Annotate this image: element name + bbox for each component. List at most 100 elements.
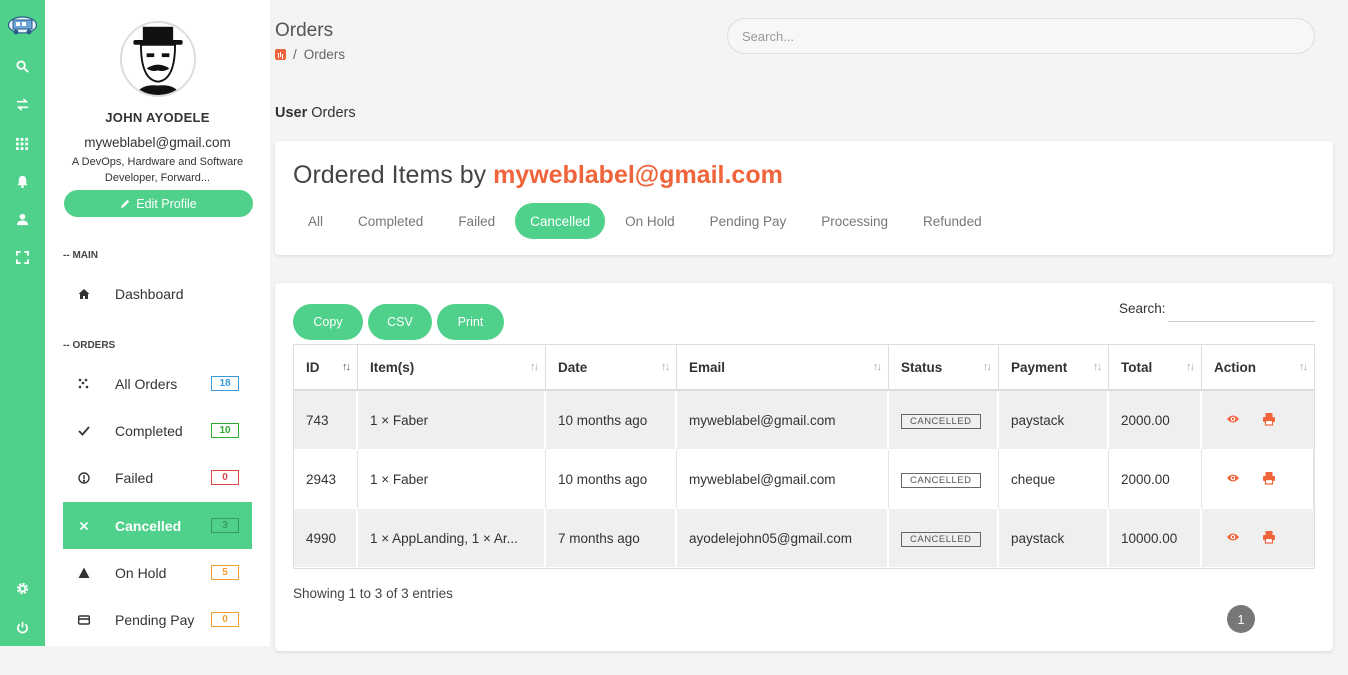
profile-bio: A DevOps, Hardware and Software Develope…	[71, 156, 244, 184]
card-title-email: myweblabel@gmail.com	[493, 161, 783, 189]
table-row[interactable]: 4990 1 × AppLanding, 1 × Ar... 7 months …	[294, 509, 1314, 568]
sidebar-item-label: Dashboard	[115, 285, 184, 302]
count-badge: 18	[211, 376, 239, 391]
credit-card-icon	[77, 613, 90, 626]
sort-icon[interactable]: ↑↓	[661, 361, 670, 373]
fullscreen-icon[interactable]	[0, 242, 45, 272]
pencil-icon	[121, 199, 130, 209]
card-title: Ordered Items by myweblabel@gmail.com	[293, 161, 783, 190]
breadcrumb-current[interactable]: Orders	[304, 47, 345, 62]
table-header-row: ID ↑↓ Item(s) ↑↓ Date ↑↓ Email ↑↓ Status ↑↓ P…	[294, 345, 1314, 391]
search-input[interactable]: Search...	[727, 18, 1315, 54]
cell-items: 1 × Faber	[358, 450, 546, 509]
cell-id: 743	[294, 391, 358, 450]
status-badge: CANCELLED	[901, 531, 981, 547]
csv-button[interactable]: CSV	[368, 304, 432, 340]
table-info: Showing 1 to 3 of 3 entries	[293, 586, 453, 601]
sidebar-item-cancelled[interactable]: Cancelled 3	[63, 502, 252, 549]
status-badge: CANCELLED	[901, 413, 981, 429]
tab-all[interactable]: All	[293, 203, 338, 239]
tab-failed[interactable]: Failed	[443, 203, 510, 239]
sidebar-item-dashboard[interactable]: Dashboard	[63, 270, 252, 317]
cell-total: 2000.00	[1109, 391, 1202, 450]
view-eye-icon[interactable]	[1226, 471, 1240, 485]
sort-asc-icon[interactable]: ↑↓	[342, 361, 351, 373]
column-header-action[interactable]: Action ↑↓	[1202, 345, 1314, 391]
sort-icon[interactable]: ↑↓	[1093, 361, 1102, 373]
sidebar-item-all-orders[interactable]: All Orders 18	[63, 360, 252, 407]
cell-total: 10000.00	[1109, 509, 1202, 568]
count-badge: 0	[211, 612, 239, 627]
icon-rail	[0, 0, 45, 646]
cell-action	[1202, 450, 1314, 509]
power-icon[interactable]	[0, 612, 45, 642]
swap-icon[interactable]	[0, 89, 45, 119]
app-logo-icon[interactable]	[7, 12, 38, 38]
table-row[interactable]: 2943 1 × Faber 10 months ago myweblabel@…	[294, 450, 1314, 509]
status-tabs: All Completed Failed Cancelled On Hold P…	[293, 203, 1002, 239]
cell-payment: cheque	[999, 450, 1109, 509]
sidebar-item-label: Completed	[115, 422, 183, 439]
column-header-id[interactable]: ID ↑↓	[294, 345, 358, 391]
sort-icon[interactable]: ↑↓	[983, 361, 992, 373]
cell-payment: paystack	[999, 391, 1109, 450]
column-header-email[interactable]: Email ↑↓	[677, 345, 889, 391]
print-icon[interactable]	[1262, 412, 1276, 426]
table-row[interactable]: 743 1 × Faber 10 months ago myweblabel@g…	[294, 391, 1314, 450]
sort-icon[interactable]: ↑↓	[530, 361, 539, 373]
sidebar-item-pending-pay[interactable]: Pending Pay 0	[63, 596, 252, 643]
scatter-icon	[77, 377, 90, 390]
grid-icon[interactable]	[0, 128, 45, 158]
user-icon[interactable]	[0, 204, 45, 234]
gear-icon[interactable]	[0, 573, 45, 603]
column-header-date[interactable]: Date ↑↓	[546, 345, 677, 391]
count-badge: 5	[211, 565, 239, 580]
print-button[interactable]: Print	[437, 304, 504, 340]
cell-items: 1 × AppLanding, 1 × Ar...	[358, 509, 546, 568]
column-header-payment[interactable]: Payment ↑↓	[999, 345, 1109, 391]
search-placeholder: Search...	[742, 28, 795, 44]
count-badge: 10	[211, 423, 239, 438]
table-search-label: Search:	[1119, 301, 1166, 316]
tab-completed[interactable]: Completed	[343, 203, 438, 239]
print-icon[interactable]	[1262, 530, 1276, 544]
cell-email: myweblabel@gmail.com	[677, 450, 889, 509]
cell-id: 2943	[294, 450, 358, 509]
tab-processing[interactable]: Processing	[806, 203, 903, 239]
column-header-status[interactable]: Status ↑↓	[889, 345, 999, 391]
chart-icon[interactable]	[275, 49, 286, 60]
cell-status: CANCELLED	[889, 450, 999, 509]
view-eye-icon[interactable]	[1226, 530, 1240, 544]
table-search-input[interactable]	[1168, 297, 1315, 322]
tab-cancelled[interactable]: Cancelled	[515, 203, 606, 239]
view-eye-icon[interactable]	[1226, 412, 1240, 426]
sidebar-item-completed[interactable]: Completed 10	[63, 407, 252, 454]
column-header-items[interactable]: Item(s) ↑↓	[358, 345, 546, 391]
cell-date: 10 months ago	[546, 450, 677, 509]
copy-button[interactable]: Copy	[293, 304, 363, 340]
breadcrumb-separator: /	[293, 47, 297, 62]
sidebar-item-on-hold[interactable]: On Hold 5	[63, 549, 252, 596]
tab-on-hold[interactable]: On Hold	[610, 203, 690, 239]
sort-icon[interactable]: ↑↓	[1299, 361, 1308, 373]
search-icon[interactable]	[0, 51, 45, 81]
check-icon	[77, 424, 90, 437]
avatar[interactable]	[120, 21, 196, 97]
cell-date: 7 months ago	[546, 509, 677, 568]
tab-refunded[interactable]: Refunded	[908, 203, 997, 239]
column-header-total[interactable]: Total ↑↓	[1109, 345, 1202, 391]
print-icon[interactable]	[1262, 471, 1276, 485]
section-label-orders: -- ORDERS	[63, 340, 116, 351]
section-heading: User Orders	[275, 105, 356, 121]
sidebar-item-label: On Hold	[115, 564, 167, 581]
page-button-1[interactable]: 1	[1227, 605, 1255, 633]
sidebar-item-failed[interactable]: Failed 0	[63, 454, 252, 501]
sort-icon[interactable]: ↑↓	[1186, 361, 1195, 373]
cell-email: ayodelejohn05@gmail.com	[677, 509, 889, 568]
count-badge: 0	[211, 470, 239, 485]
tab-pending-pay[interactable]: Pending Pay	[695, 203, 802, 239]
bell-icon[interactable]	[0, 166, 45, 196]
sort-icon[interactable]: ↑↓	[873, 361, 882, 373]
warning-icon	[77, 566, 90, 579]
edit-profile-button[interactable]: Edit Profile	[64, 190, 253, 217]
